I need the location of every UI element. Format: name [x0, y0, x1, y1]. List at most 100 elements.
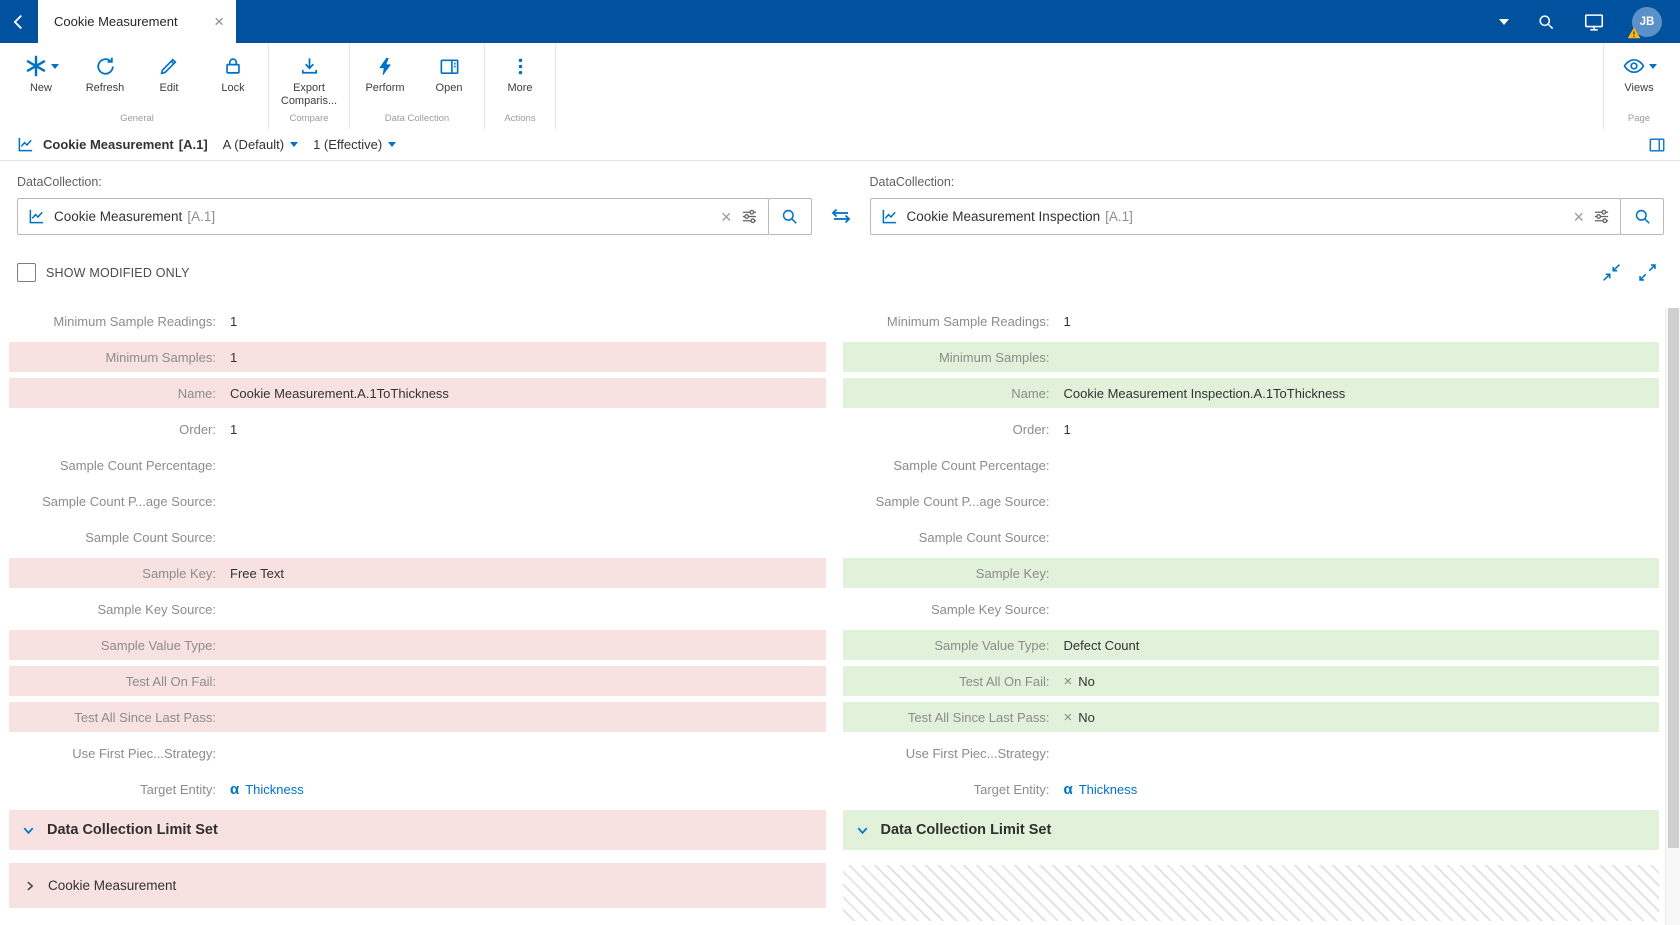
field-value: 1 [1063, 313, 1071, 329]
field-label: Sample Key Source: [97, 601, 216, 617]
field-label: Sample Key: [975, 565, 1050, 581]
ribbon-group-compare: Export Comparis... Compare [269, 43, 350, 129]
cross-icon: × [1063, 672, 1073, 690]
lightning-icon [375, 56, 396, 77]
swap-button[interactable] [812, 175, 870, 235]
right-selector-label: DataCollection: [869, 175, 955, 189]
tab-cookie-measurement[interactable]: Cookie Measurement × [38, 0, 236, 43]
search-icon [780, 207, 799, 226]
panel-toggle-icon[interactable] [1648, 136, 1666, 154]
right-datacollection-input[interactable]: Cookie Measurement Inspection [A.1] × [869, 198, 1621, 235]
field-value: 1 [230, 349, 238, 365]
show-modified-only-checkbox[interactable] [17, 263, 36, 282]
vertical-scrollbar[interactable] [1665, 308, 1680, 925]
ribbon-group-label-compare: Compare [289, 113, 329, 124]
left-selector: DataCollection: Cookie Measurement [A.1]… [17, 175, 812, 235]
table-row: Test All On Fail: [9, 666, 826, 696]
field-value: α Thickness [223, 782, 304, 797]
target-entity-link[interactable]: Thickness [1079, 782, 1138, 797]
field-label: Minimum Samples: [938, 349, 1050, 365]
collapsed-item-label: Cookie Measurement [48, 878, 177, 893]
avatar[interactable]: JB [1627, 6, 1662, 38]
table-row: Test All Since Last Pass: × No [842, 702, 1659, 732]
search-button[interactable] [767, 198, 812, 235]
left-input-value: Cookie Measurement [54, 209, 183, 224]
scrollbar-thumb[interactable] [1668, 308, 1679, 848]
right-input-version: [A.1] [1105, 209, 1133, 224]
chevron-down-icon[interactable] [1499, 18, 1509, 25]
effective-dropdown[interactable]: 1 (Effective) [313, 137, 397, 152]
cross-icon: × [1063, 708, 1073, 726]
monitor-icon[interactable] [1583, 11, 1605, 33]
table-row: Sample Count Source: [9, 522, 826, 552]
chevron-down-icon [1648, 63, 1657, 69]
left-compare-panel: Minimum Sample Readings: 1 Minimum Sampl… [9, 306, 826, 921]
target-entity-link[interactable]: Thickness [245, 782, 304, 797]
ribbon-spacer [556, 43, 1603, 129]
lock-icon [222, 55, 244, 77]
open-button[interactable]: Open [417, 52, 481, 95]
field-label: Use First Piec...Strategy: [905, 745, 1050, 761]
search-icon [1633, 207, 1652, 226]
left-datacollection-input[interactable]: Cookie Measurement [A.1] × [17, 198, 769, 235]
refresh-icon [94, 55, 117, 78]
table-row: Use First Piec...Strategy: [843, 738, 1660, 768]
collapsed-item-cookie-measurement[interactable]: Cookie Measurement [9, 863, 826, 908]
table-row: Name: Cookie Measurement Inspection.A.1T… [842, 378, 1659, 408]
revision-dropdown[interactable]: A (Default) [222, 137, 299, 152]
search-button[interactable] [1620, 198, 1664, 235]
new-button[interactable]: New [9, 52, 73, 95]
back-button[interactable] [0, 0, 38, 43]
refresh-button[interactable]: Refresh [73, 52, 137, 95]
collapse-all-icon[interactable] [1601, 262, 1622, 283]
clear-icon[interactable]: × [1573, 208, 1584, 226]
section-data-collection-limit-set[interactable]: Data Collection Limit Set [842, 810, 1659, 850]
table-row: Sample Value Type: [9, 630, 826, 660]
ribbon-group-label-data-collection: Data Collection [384, 113, 450, 124]
field-label: Sample Count Percentage: [893, 457, 1050, 473]
field-value: × No [1057, 710, 1095, 725]
right-input-value: Cookie Measurement Inspection [906, 209, 1101, 224]
section-title: Data Collection Limit Set [880, 822, 1052, 838]
table-row: Test All On Fail: × No [842, 666, 1659, 696]
field-label: Order: [179, 421, 216, 437]
search-icon[interactable] [1536, 12, 1556, 32]
expand-all-icon[interactable] [1637, 262, 1658, 283]
tab-close-icon[interactable]: × [214, 13, 224, 30]
section-data-collection-limit-set[interactable]: Data Collection Limit Set [9, 810, 826, 850]
table-row: Use First Piec...Strategy: [9, 738, 826, 768]
perform-button[interactable]: Perform [353, 52, 417, 95]
field-value: Defect Count [1063, 637, 1140, 653]
table-row: Sample Count Source: [843, 522, 1660, 552]
revision-label: A (Default) [222, 137, 285, 152]
export-comparison-button[interactable]: Export Comparis... [272, 52, 346, 108]
edit-button[interactable]: Edit [137, 52, 201, 95]
field-value: Cookie Measurement Inspection.A.1ToThick… [1063, 385, 1346, 401]
field-label: Target Entity: [140, 781, 216, 797]
chart-icon [28, 208, 45, 225]
table-row: Minimum Sample Readings: 1 [843, 306, 1660, 336]
table-row: Sample Count Percentage: [843, 450, 1660, 480]
field-label: Sample Count Source: [918, 529, 1050, 545]
new-button-label: New [29, 82, 52, 94]
table-row: Sample Key: [842, 558, 1659, 588]
field-value: × No [1057, 674, 1095, 689]
left-input-version: [A.1] [187, 209, 216, 224]
lock-button-label: Lock [221, 82, 245, 94]
chevron-down-icon [855, 823, 870, 838]
field-label: Minimum Sample Readings: [53, 313, 216, 329]
field-label: Use First Piec...Strategy: [72, 745, 216, 761]
views-button[interactable]: Views [1607, 52, 1671, 95]
field-label: Test All On Fail: [959, 673, 1050, 689]
filter-sliders-icon[interactable] [1593, 208, 1610, 225]
field-label: Sample Count Source: [85, 529, 216, 545]
field-label: Sample Key Source: [930, 601, 1050, 617]
lock-button[interactable]: Lock [201, 52, 265, 95]
section-title: Data Collection Limit Set [47, 822, 218, 838]
table-row: Name: Cookie Measurement.A.1ToThickness [9, 378, 826, 408]
clear-icon[interactable]: × [721, 208, 732, 226]
export-comparison-label: Export Comparis... [280, 82, 338, 108]
filter-sliders-icon[interactable] [741, 208, 758, 225]
more-button[interactable]: More [488, 52, 552, 95]
show-modified-only-label: SHOW MODIFIED ONLY [46, 265, 190, 280]
